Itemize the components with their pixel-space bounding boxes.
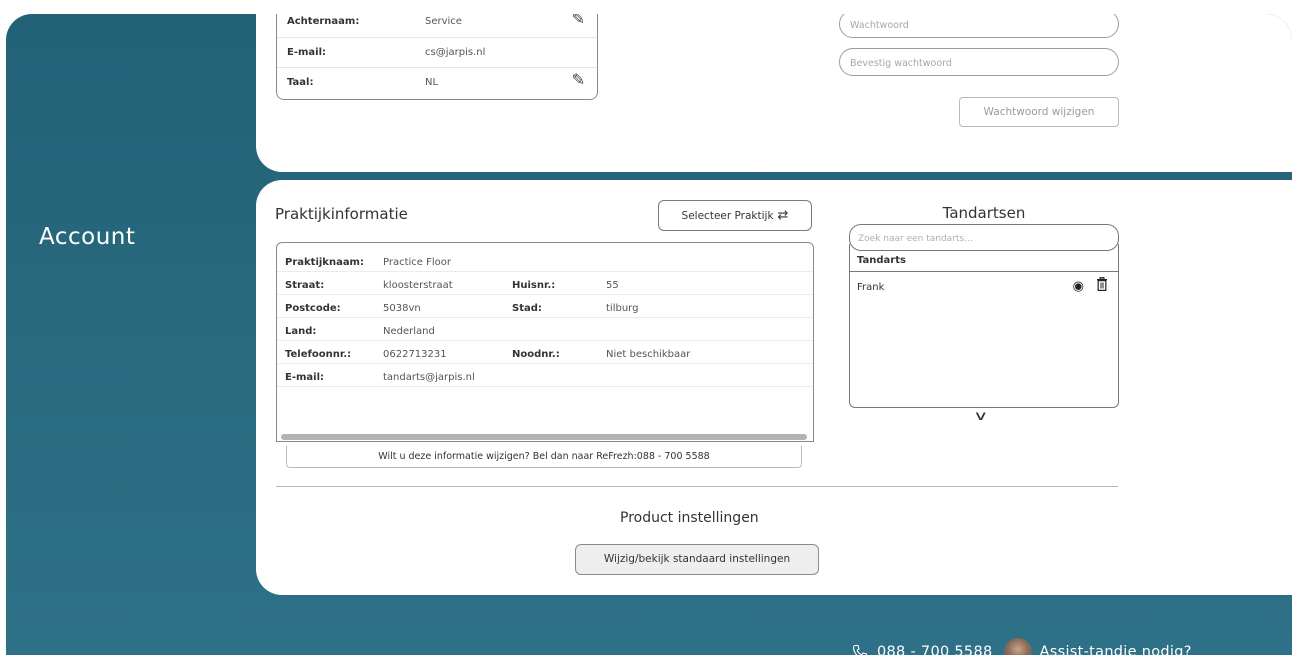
dentist-search-input[interactable]: Zoek naar een tandarts...: [849, 224, 1119, 251]
swap-icon: ⇄: [777, 208, 789, 223]
eye-icon[interactable]: ◉: [1073, 279, 1084, 294]
field-value: 55: [606, 280, 619, 291]
field-label: Land:: [285, 326, 317, 337]
pencil-icon[interactable]: ✎: [572, 14, 585, 28]
list-item[interactable]: Frank ◉: [850, 277, 1118, 294]
support-footer[interactable]: 088 - 700 5588 Assist-tandje nodig?: [852, 638, 1192, 655]
practice-info-table: Praktijknaam: Practice Floor Straat: klo…: [276, 242, 814, 442]
personal-row-email: E-mail: cs@jarpis.nl: [277, 37, 597, 65]
field-label: E-mail:: [285, 372, 325, 383]
table-row: Postcode: 5038vn Stad: tilburg: [277, 295, 813, 318]
trash-icon[interactable]: [1096, 277, 1108, 291]
phone-icon: [852, 644, 868, 655]
table-row: Telefoonnr.: 0622713231 Noodnr.: Niet be…: [277, 341, 813, 364]
field-label: Noodnr.:: [512, 349, 560, 360]
change-info-note: Wilt u deze informatie wijzigen? Bel dan…: [286, 446, 802, 468]
dentists-column-header: Tandarts: [850, 252, 1118, 272]
select-practice-label: Selecteer Praktijk: [681, 210, 774, 222]
password-input[interactable]: Wachtwoord: [839, 14, 1119, 38]
chevron-down-icon[interactable]: ∨: [973, 409, 988, 424]
field-label: E-mail:: [287, 47, 327, 58]
horizontal-scrollbar[interactable]: [281, 434, 807, 440]
field-value: tandarts@jarpis.nl: [383, 372, 475, 383]
practice-info-title: Praktijkinformatie: [275, 205, 408, 223]
dentists-list: Tandarts Frank ◉: [849, 244, 1119, 408]
select-practice-button[interactable]: Selecteer Praktijk ⇄: [658, 200, 812, 231]
pencil-icon[interactable]: ✎: [572, 70, 585, 89]
field-label: Telefoonnr.:: [285, 349, 352, 360]
personal-row-lastname: Achternaam: Service ✎: [277, 14, 597, 35]
field-label: Stad:: [512, 303, 542, 314]
table-row: Praktijknaam: Practice Floor: [277, 243, 813, 272]
field-value: tilburg: [606, 303, 639, 314]
field-label: Taal:: [287, 77, 314, 88]
field-label: Postcode:: [285, 303, 341, 314]
section-title: Account: [39, 224, 136, 250]
divider: [276, 486, 1118, 487]
personal-info-table: Achternaam: Service ✎ E-mail: cs@jarpis.…: [276, 14, 598, 100]
confirm-password-input[interactable]: Bevestig wachtwoord: [839, 48, 1119, 76]
edit-default-settings-button[interactable]: Wijzig/bekijk standaard instellingen: [575, 544, 819, 575]
dentist-name: Frank: [857, 282, 885, 293]
table-row: E-mail: tandarts@jarpis.nl: [277, 364, 813, 387]
field-value: 0622713231: [383, 349, 447, 360]
personal-row-language: Taal: NL ✎: [277, 67, 597, 95]
assist-link[interactable]: Assist-tandje nodig?: [1040, 644, 1192, 655]
field-label: Praktijknaam:: [285, 257, 364, 268]
table-row: Land: Nederland: [277, 318, 813, 341]
field-value: Service: [425, 16, 462, 27]
field-value: NL: [425, 77, 439, 88]
field-label: Achternaam:: [287, 16, 360, 27]
field-value: Practice Floor: [383, 257, 451, 268]
field-value: Nederland: [383, 326, 435, 337]
field-label: Straat:: [285, 280, 325, 291]
field-value: kloosterstraat: [383, 280, 453, 291]
support-phone[interactable]: 088 - 700 5588: [877, 644, 993, 655]
product-settings-title: Product instellingen: [620, 510, 759, 526]
field-label: Huisnr.:: [512, 280, 556, 291]
change-password-button[interactable]: Wachtwoord wijzigen: [959, 97, 1119, 127]
app-frame: Account Achternaam: Service ✎ E-mail: cs…: [6, 14, 1292, 655]
dentists-title: Tandartsen: [942, 204, 1026, 222]
avatar: [1003, 638, 1032, 655]
field-value: Niet beschikbaar: [606, 349, 691, 360]
field-value: cs@jarpis.nl: [425, 47, 486, 58]
field-value: 5038vn: [383, 303, 421, 314]
table-row: Straat: kloosterstraat Huisnr.: 55: [277, 272, 813, 295]
